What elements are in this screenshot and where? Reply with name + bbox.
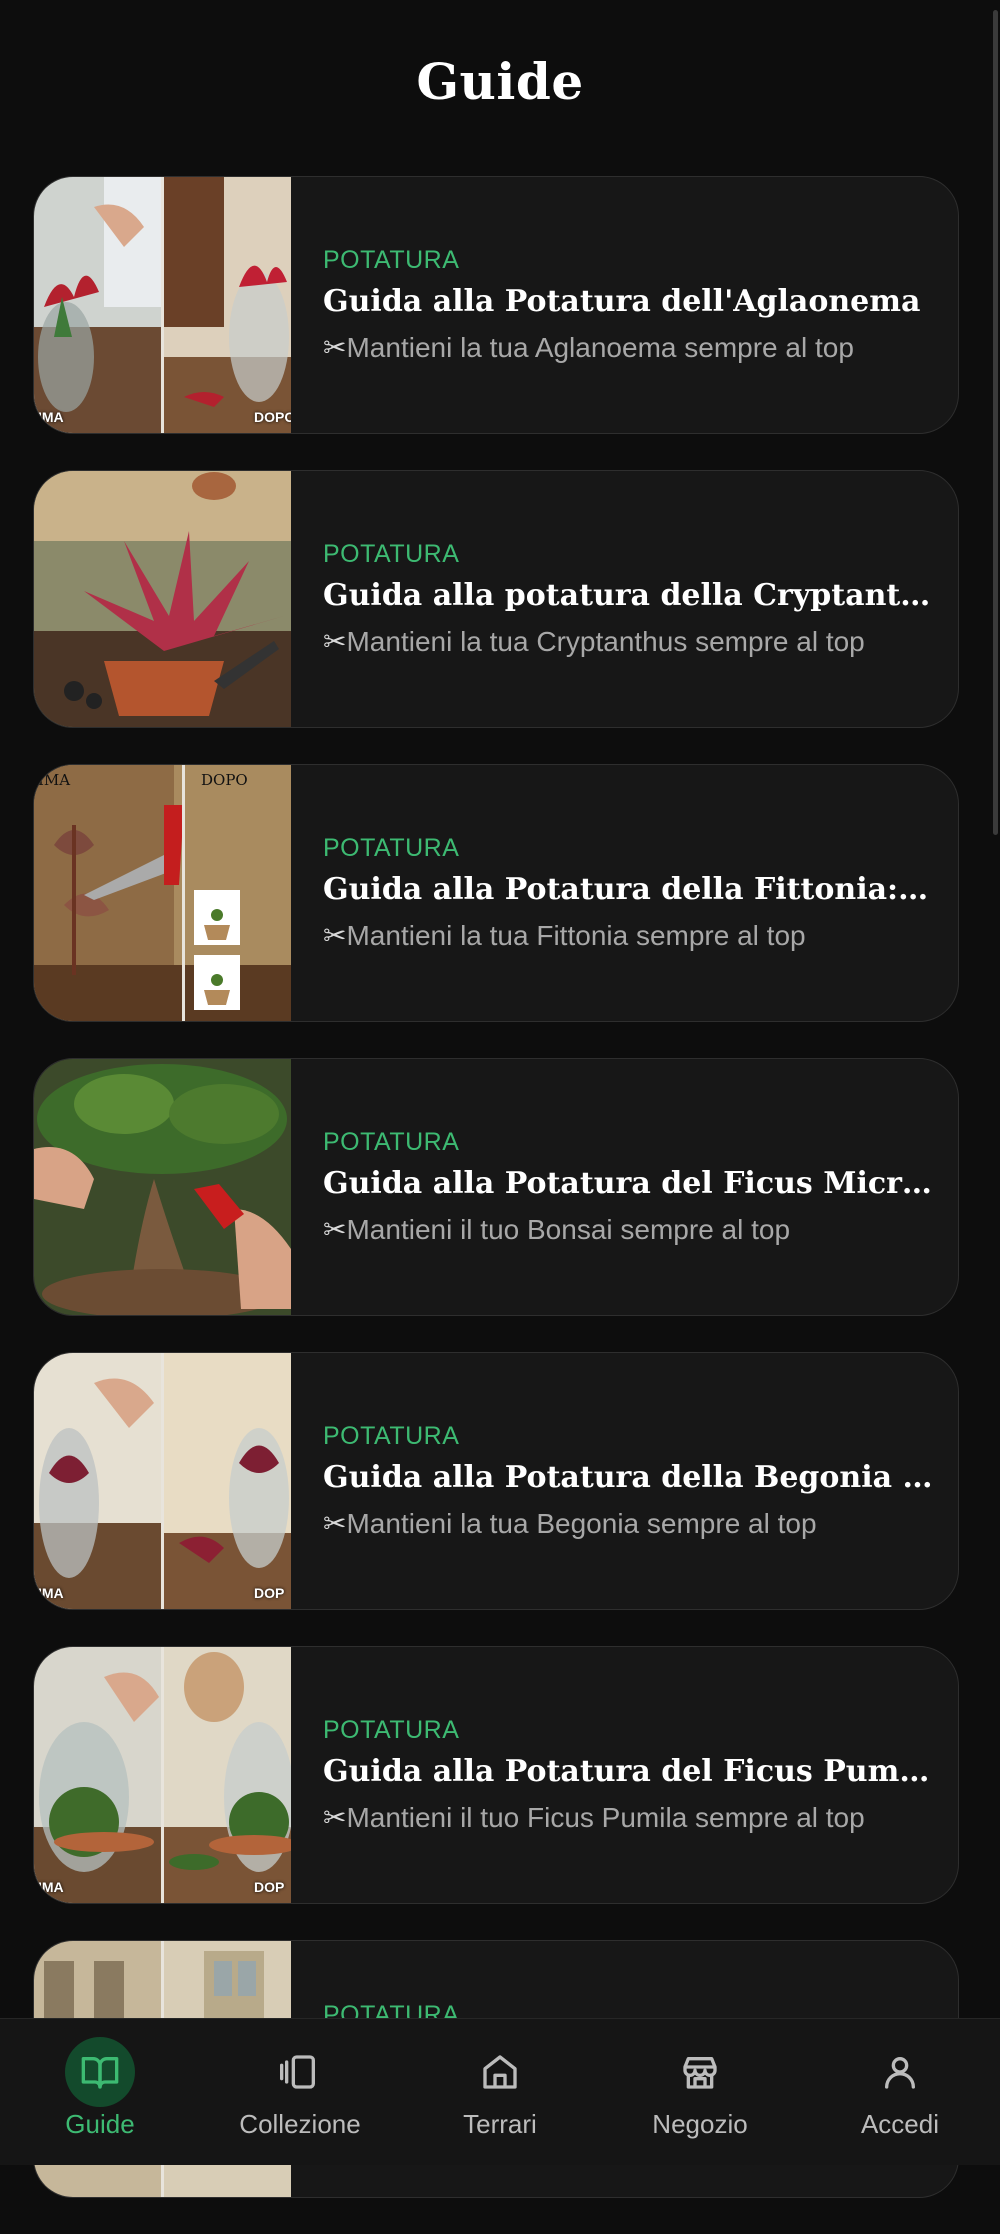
guide-card[interactable]: POTATURA Guida alla potatura della Crypt…	[33, 470, 959, 728]
guide-title: Guida alla Potatura della Begonia Rex	[323, 1460, 938, 1495]
guide-card[interactable]: POTATURA Guida alla Potatura del Ficus M…	[33, 1058, 959, 1316]
after-label: DOP	[254, 1879, 285, 1895]
guide-subtitle: ✂Mantieni la tua Begonia sempre al top	[323, 1508, 817, 1539]
nav-item-accedi[interactable]: Accedi	[805, 2019, 995, 2140]
guide-category: POTATURA	[323, 1422, 460, 1450]
user-icon	[885, 2057, 915, 2089]
before-label: IMA	[38, 1585, 64, 1601]
guide-subtitle: ✂Mantieni la tua Aglanoema sempre al top	[323, 332, 854, 363]
guide-subtitle: ✂Mantieni il tuo Ficus Pumila sempre al …	[323, 1802, 865, 1833]
scissors-icon: ✂	[323, 1214, 347, 1245]
guide-subtitle: ✂Mantieni la tua Cryptanthus sempre al t…	[323, 626, 865, 657]
nav-item-negozio[interactable]: Negozio	[605, 2019, 795, 2140]
guide-thumbnail: IMA DOP	[34, 1353, 291, 1609]
book-open-icon	[81, 2057, 119, 2089]
guide-category: POTATURA	[323, 1128, 460, 1156]
guide-thumbnail: IMA DOP	[34, 1647, 291, 1903]
scrollbar[interactable]	[993, 10, 998, 835]
guide-card[interactable]: IMA DOP POTATURA Guida alla Potatura del…	[33, 1352, 959, 1610]
guide-card[interactable]: IMA DOP POTATURA Guida alla Potatura del…	[33, 1646, 959, 1904]
guide-thumbnail	[34, 471, 291, 727]
nav-label: Negozio	[652, 2109, 748, 2139]
nav-label: Guide	[65, 2109, 135, 2139]
guide-subtitle: ✂Mantieni la tua Fittonia sempre al top	[323, 920, 806, 951]
before-label: IMA	[38, 771, 71, 789]
guide-title: Guida alla Potatura dell'Aglaonema	[323, 284, 921, 319]
guide-title: Guida alla potatura della Cryptanthus	[323, 578, 938, 613]
guide-title: Guida alla Potatura del Ficus Microcarpa	[323, 1166, 938, 1201]
scissors-icon: ✂	[323, 332, 347, 363]
guide-title: Guida alla Potatura della Fittonia: Ordi…	[323, 872, 938, 907]
guide-list: IMA DOPO POTATURA Guida alla Potatura de…	[33, 176, 959, 2234]
before-label: IMA	[38, 409, 64, 425]
guide-card[interactable]: IMA DOPO POTATURA Guida alla Potatura de…	[33, 764, 959, 1022]
guide-category: POTATURA	[323, 246, 460, 274]
nav-item-collezione[interactable]: Collezione	[205, 2019, 395, 2140]
before-label: IMA	[38, 1879, 64, 1895]
guide-category: POTATURA	[323, 540, 460, 568]
home-icon	[483, 2055, 517, 2089]
guide-thumbnail: IMA DOPO	[34, 765, 291, 1021]
guide-category: POTATURA	[323, 1716, 460, 1744]
guide-subtitle: ✂Mantieni il tuo Bonsai sempre al top	[323, 1214, 791, 1245]
collection-icon	[280, 2055, 315, 2089]
scissors-icon: ✂	[323, 1802, 347, 1833]
header: Guide	[0, 0, 1000, 165]
nav-item-terrari[interactable]: Terrari	[405, 2019, 595, 2140]
guide-category: POTATURA	[323, 834, 460, 862]
after-label: DOPO	[201, 771, 248, 789]
guide-thumbnail: IMA DOPO	[34, 177, 291, 433]
nav-label: Accedi	[860, 2109, 940, 2139]
guide-card[interactable]: IMA DOPO POTATURA Guida alla Potatura de…	[33, 176, 959, 434]
bottom-nav: Guide Collezione Terrari Negozio Accedi	[0, 2018, 1000, 2165]
scissors-icon: ✂	[323, 626, 347, 657]
scissors-icon: ✂	[323, 920, 347, 951]
after-label: DOP	[254, 1585, 285, 1601]
nav-label: Collezione	[239, 2109, 361, 2139]
guide-title: Guida alla Potatura del Ficus Pumila	[323, 1754, 938, 1789]
page-title: Guide	[416, 52, 584, 111]
nav-item-guide[interactable]: Guide	[5, 2019, 195, 2140]
nav-label: Terrari	[463, 2109, 537, 2139]
store-icon	[683, 2057, 717, 2089]
after-label: DOPO	[254, 409, 291, 425]
guide-thumbnail	[34, 1059, 291, 1315]
scissors-icon: ✂	[323, 1508, 347, 1539]
